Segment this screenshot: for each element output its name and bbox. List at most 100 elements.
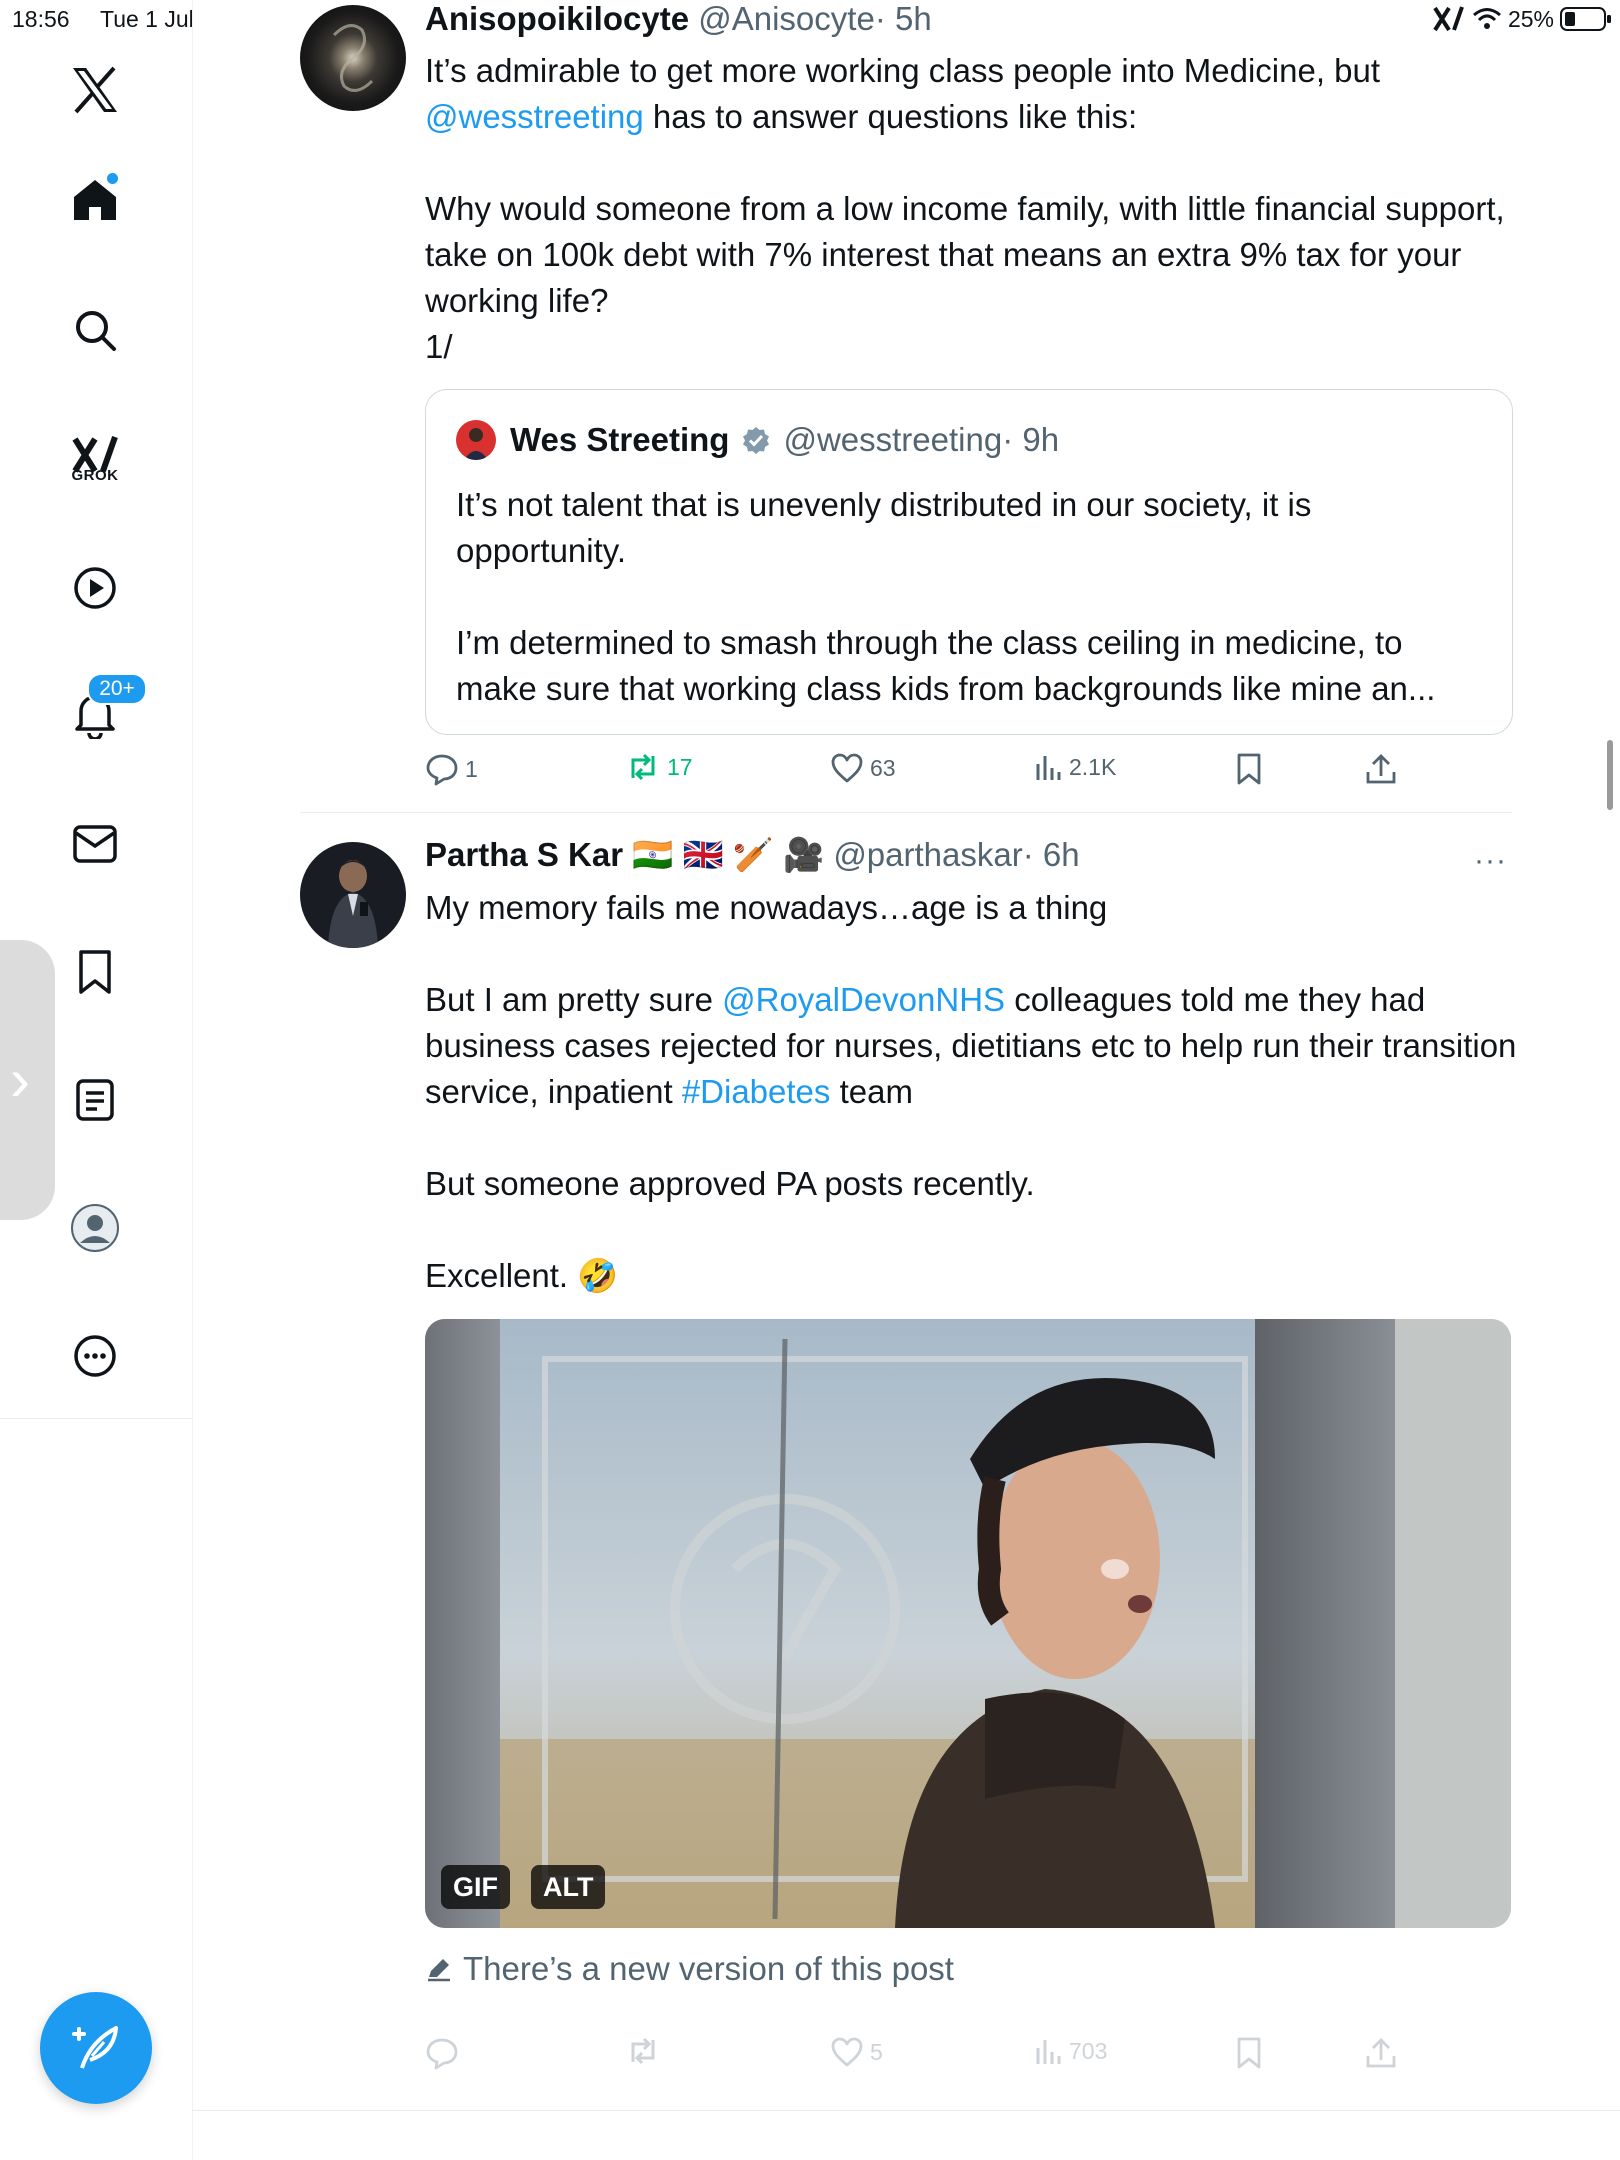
list-icon	[76, 1079, 114, 1121]
sidebar-item-videos[interactable]	[55, 548, 135, 628]
share-icon	[1366, 2038, 1396, 2068]
post-actions: 1 17 63 2.1K	[425, 752, 1425, 792]
views-icon	[1036, 2040, 1061, 2064]
post-time[interactable]: · 5h	[875, 0, 932, 37]
post-divider	[192, 2110, 1620, 2111]
author-flag-emojis: 🇮🇳 🇬🇧 🏏 🎥	[632, 836, 825, 873]
reply-button[interactable]	[425, 2036, 465, 2070]
post-line: has to answer questions like this:	[643, 98, 1138, 135]
reply-count: 1	[465, 755, 478, 782]
post-text-run: But I am pretty sure	[425, 981, 723, 1018]
sidebar-item-messages[interactable]	[55, 804, 135, 884]
post-divider	[300, 812, 1512, 813]
author-name[interactable]: Partha S Kar	[425, 836, 623, 873]
status-icons: 25%	[1432, 4, 1612, 34]
x-logo-icon	[73, 66, 117, 114]
sidebar-item-profile[interactable]	[55, 1188, 135, 1268]
side-panel-handle[interactable]: ›	[0, 940, 55, 1220]
sidebar-item-notifications[interactable]: 20+	[55, 673, 147, 755]
like-count: 63	[870, 754, 896, 781]
author-handle[interactable]: @parthaskar	[833, 836, 1022, 873]
repost-button[interactable]	[625, 2036, 667, 2066]
sidebar-item-bookmarks[interactable]	[55, 932, 135, 1012]
sidebar-item-grok[interactable]: GROK	[55, 415, 135, 495]
more-circle-icon	[74, 1335, 116, 1377]
share-button[interactable]	[1365, 2036, 1397, 2070]
post-paragraph: Excellent. 🤣	[425, 1257, 619, 1294]
verified-badge-icon	[743, 427, 770, 454]
hashtag-link[interactable]: #Diabetes	[682, 1073, 831, 1110]
new-posts-dot	[107, 173, 118, 184]
compose-post-button[interactable]	[40, 1992, 152, 2104]
views-button[interactable]: 703	[1033, 2036, 1107, 2066]
quoted-author-name: Wes Streeting	[510, 421, 730, 458]
quoted-post-time: · 9h	[1002, 421, 1060, 458]
new-version-text: There’s a new version of this post	[463, 1950, 954, 1987]
author-name[interactable]: Anisopoikilocyte	[425, 0, 689, 37]
repost-icon	[631, 2037, 655, 2065]
views-icon	[1036, 756, 1061, 780]
post-text-run: team	[830, 1073, 913, 1110]
search-icon	[76, 311, 116, 351]
bookmark-icon	[1237, 2037, 1261, 2069]
author-handle[interactable]: @Anisocyte	[698, 0, 875, 37]
play-icon	[74, 567, 116, 609]
view-count: 2.1K	[1069, 753, 1117, 780]
sidebar-divider	[0, 1418, 192, 1419]
like-button[interactable]: 5	[830, 2036, 883, 2068]
like-count: 5	[870, 2038, 883, 2065]
scrollbar-thumb[interactable]	[1607, 740, 1613, 810]
post-actions: 5 703	[425, 2036, 1425, 2076]
bookmark-button[interactable]	[1235, 752, 1263, 786]
post-body: My memory fails me nowadays…age is a thi…	[425, 885, 1525, 1299]
gif-badge: GIF	[441, 1865, 510, 1909]
quoted-post-header: Wes Streeting @wesstreeting · 9h	[456, 420, 1059, 460]
grok-label: GROK	[71, 467, 119, 484]
sidebar-item-lists[interactable]	[55, 1060, 135, 1140]
post-gif-media[interactable]: GIF ALT	[425, 1319, 1511, 1928]
repost-button[interactable]: 17	[625, 752, 693, 782]
notifications-badge: 20+	[87, 673, 147, 705]
post-line: It’s admirable to get more working class…	[425, 52, 1381, 89]
chevron-right-icon: ›	[10, 1046, 30, 1113]
reply-button[interactable]: 1	[425, 752, 478, 786]
bookmark-icon	[1237, 753, 1261, 785]
alt-text-button[interactable]: ALT	[531, 1865, 606, 1909]
quoted-paragraph: It’s not talent that is unevenly distrib…	[456, 486, 1312, 569]
new-version-notice[interactable]: There’s a new version of this post	[425, 1950, 954, 1988]
bookmark-button[interactable]	[1235, 2036, 1263, 2070]
x-logo-button[interactable]	[55, 50, 135, 130]
mention-link[interactable]: @wesstreeting	[425, 98, 644, 135]
author-avatar[interactable]	[300, 842, 406, 948]
sidebar-item-home[interactable]	[55, 160, 135, 240]
author-avatar[interactable]	[300, 5, 406, 111]
view-count: 703	[1069, 2037, 1108, 2064]
reply-icon	[426, 754, 458, 786]
quoted-post-body: It’s not talent that is unevenly distrib…	[456, 482, 1486, 712]
compose-feather-icon	[72, 2026, 118, 2069]
battery-icon	[1560, 6, 1612, 32]
like-button[interactable]: 63	[830, 752, 896, 784]
edit-pencil-icon	[428, 1959, 450, 1982]
grok-status-icon	[1432, 4, 1466, 34]
post-time[interactable]: · 6h	[1023, 836, 1080, 873]
sidebar-item-more[interactable]	[55, 1316, 135, 1396]
reply-icon	[426, 2038, 458, 2070]
post-more-button[interactable]: ···	[1474, 844, 1507, 878]
sidebar-item-search[interactable]	[55, 290, 135, 370]
share-button[interactable]	[1365, 752, 1397, 786]
quoted-paragraph: I’m determined to smash through the clas…	[456, 624, 1436, 707]
mention-link[interactable]: @RoyalDevonNHS	[722, 981, 1005, 1018]
battery-percent: 25%	[1507, 5, 1554, 32]
repost-icon	[631, 753, 655, 781]
post-paragraph: But someone approved PA posts recently.	[425, 1165, 1035, 1202]
views-button[interactable]: 2.1K	[1033, 752, 1116, 782]
post-paragraph: 1/	[425, 328, 453, 365]
share-icon	[1366, 754, 1396, 784]
quoted-post-card[interactable]: Wes Streeting @wesstreeting · 9h It’s not…	[425, 389, 1513, 735]
gif-image	[425, 1319, 1511, 1928]
heart-icon	[831, 2037, 863, 2067]
post-body: It’s admirable to get more working class…	[425, 48, 1525, 370]
mail-icon	[73, 825, 117, 863]
heart-icon	[831, 753, 863, 783]
